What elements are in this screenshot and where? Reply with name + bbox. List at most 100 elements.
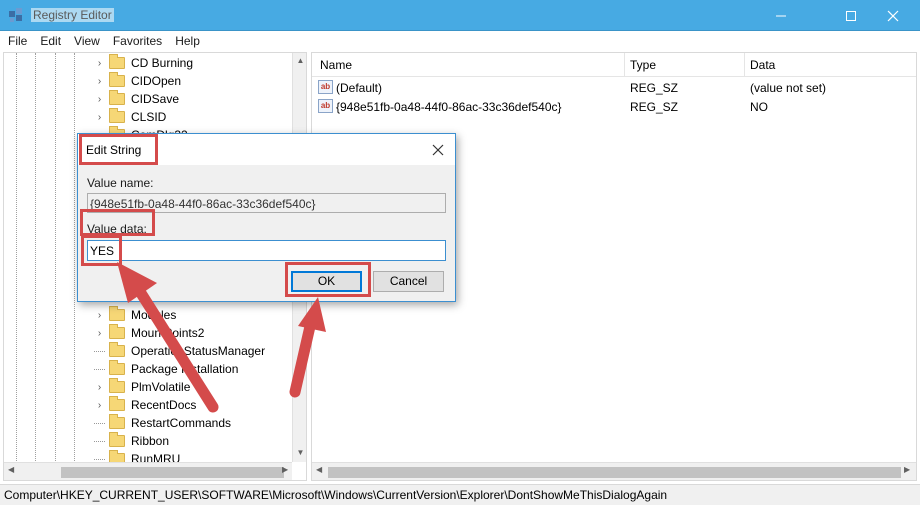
highlight-box bbox=[79, 134, 158, 165]
folder-icon bbox=[109, 306, 125, 321]
chevron-right-icon[interactable]: › bbox=[94, 328, 105, 339]
folder-icon bbox=[109, 90, 125, 105]
column-divider[interactable] bbox=[744, 53, 745, 77]
string-value-icon: ab bbox=[318, 99, 333, 113]
tree-item-cidopen[interactable]: › CIDOpen bbox=[94, 72, 294, 90]
column-header-type[interactable]: Type bbox=[630, 58, 656, 72]
status-bar: Computer\HKEY_CURRENT_USER\SOFTWARE\Micr… bbox=[0, 484, 920, 505]
tree-item-modules[interactable]: › Modules bbox=[94, 306, 294, 324]
tree-item-mountpoints2[interactable]: › MountPoints2 bbox=[94, 324, 294, 342]
value-type: REG_SZ bbox=[630, 100, 679, 114]
menu-bar: File Edit View Favorites Help bbox=[0, 31, 920, 51]
maximize-button[interactable] bbox=[828, 0, 874, 31]
tree-horizontal-scrollbar[interactable]: ◀ ▶ bbox=[4, 462, 292, 480]
chevron-right-icon[interactable]: › bbox=[94, 310, 105, 321]
list-header: Name Type Data bbox=[312, 53, 916, 77]
value-name-label: Value name: bbox=[87, 176, 154, 190]
folder-icon bbox=[109, 72, 125, 87]
tree-item-label: CD Burning bbox=[131, 56, 194, 70]
tree-connector bbox=[94, 350, 105, 352]
tree-connector bbox=[94, 440, 105, 442]
tree-item-label: CLSID bbox=[131, 110, 167, 124]
scroll-thumb[interactable] bbox=[61, 467, 284, 478]
chevron-right-icon[interactable]: › bbox=[94, 112, 105, 123]
list-row[interactable]: ab {948e51fb-0a48-44f0-86ac-33c36def540c… bbox=[312, 98, 916, 117]
menu-file[interactable]: File bbox=[8, 34, 27, 48]
column-divider[interactable] bbox=[624, 53, 625, 77]
chevron-right-icon[interactable]: › bbox=[94, 58, 105, 69]
list-horizontal-scrollbar[interactable]: ◀ ▶ bbox=[312, 462, 916, 480]
menu-edit[interactable]: Edit bbox=[40, 34, 61, 48]
scroll-down-icon[interactable]: ▼ bbox=[293, 445, 306, 460]
tree-guide-line bbox=[55, 53, 56, 463]
tree-item-label: MountPoints2 bbox=[131, 326, 205, 340]
scroll-up-icon[interactable]: ▲ bbox=[293, 53, 306, 68]
value-type: REG_SZ bbox=[630, 81, 679, 95]
close-icon bbox=[887, 10, 899, 21]
folder-icon bbox=[109, 360, 125, 375]
scroll-right-icon[interactable]: ▶ bbox=[282, 465, 288, 474]
column-header-name[interactable]: Name bbox=[320, 58, 352, 72]
highlight-box bbox=[80, 209, 155, 236]
folder-icon bbox=[109, 378, 125, 393]
scroll-thumb[interactable] bbox=[328, 467, 901, 478]
list-row[interactable]: ab (Default) REG_SZ (value not set) bbox=[312, 79, 916, 98]
folder-icon bbox=[109, 414, 125, 429]
maximize-icon bbox=[846, 10, 856, 21]
tree-item-ribbon[interactable]: Ribbon bbox=[94, 432, 294, 450]
tree-item-cd-burning[interactable]: › CD Burning bbox=[94, 54, 294, 72]
tree-item-operationstatusmanager[interactable]: OperationStatusManager bbox=[94, 342, 294, 360]
folder-icon bbox=[109, 54, 125, 69]
title-bar: Registry Editor bbox=[0, 0, 920, 31]
tree-connector bbox=[94, 368, 105, 370]
scroll-right-icon[interactable]: ▶ bbox=[904, 465, 910, 474]
tree-item-label: CIDSave bbox=[131, 92, 180, 106]
value-data: NO bbox=[750, 100, 768, 114]
tree-connector bbox=[94, 422, 105, 424]
highlight-box bbox=[81, 235, 122, 266]
tree-item-label: OperationStatusManager bbox=[131, 344, 266, 358]
tree-item-package-installation[interactable]: Package Installation bbox=[94, 360, 294, 378]
string-value-icon: ab bbox=[318, 80, 333, 94]
tree-item-recentdocs[interactable]: › RecentDocs bbox=[94, 396, 294, 414]
tree-connector bbox=[94, 458, 105, 460]
tree-guide-line bbox=[35, 53, 36, 463]
tree-item-label: Package Installation bbox=[131, 362, 239, 376]
folder-icon bbox=[109, 324, 125, 339]
tree-item-clsid[interactable]: › CLSID bbox=[94, 108, 294, 126]
chevron-right-icon[interactable]: › bbox=[94, 76, 105, 87]
tree-item-label: PlmVolatile bbox=[131, 380, 191, 394]
column-header-data[interactable]: Data bbox=[750, 58, 775, 72]
highlight-box bbox=[285, 262, 371, 297]
value-data-input[interactable] bbox=[87, 240, 446, 261]
scroll-left-icon[interactable]: ◀ bbox=[316, 465, 322, 474]
cancel-button[interactable]: Cancel bbox=[373, 271, 444, 292]
menu-help[interactable]: Help bbox=[175, 34, 200, 48]
close-icon[interactable] bbox=[430, 142, 446, 158]
chevron-right-icon[interactable]: › bbox=[94, 94, 105, 105]
tree-guide-line bbox=[16, 53, 17, 463]
minimize-button[interactable] bbox=[758, 0, 804, 31]
menu-favorites[interactable]: Favorites bbox=[113, 34, 162, 48]
value-name: (Default) bbox=[336, 81, 383, 95]
folder-icon bbox=[109, 108, 125, 123]
folder-icon bbox=[109, 396, 125, 411]
close-button[interactable] bbox=[870, 0, 916, 31]
tree-guide-line bbox=[74, 53, 75, 463]
chevron-right-icon[interactable]: › bbox=[94, 400, 105, 411]
tree-item-cidsave[interactable]: › CIDSave bbox=[94, 90, 294, 108]
tree-item-label: CIDOpen bbox=[131, 74, 182, 88]
chevron-right-icon[interactable]: › bbox=[94, 382, 105, 393]
tree-item-plmvolatile[interactable]: › PlmVolatile bbox=[94, 378, 294, 396]
scroll-left-icon[interactable]: ◀ bbox=[8, 465, 14, 474]
minimize-icon bbox=[776, 15, 786, 16]
tree-item-restartcommands[interactable]: RestartCommands bbox=[94, 414, 294, 432]
folder-icon bbox=[109, 432, 125, 447]
tree-item-label: Ribbon bbox=[131, 434, 170, 448]
menu-view[interactable]: View bbox=[74, 34, 100, 48]
tree-item-label: Modules bbox=[131, 308, 177, 322]
registry-path: Computer\HKEY_CURRENT_USER\SOFTWARE\Micr… bbox=[4, 488, 668, 502]
tree-item-label: RecentDocs bbox=[131, 398, 197, 412]
tree-item-label: RestartCommands bbox=[131, 416, 232, 430]
folder-icon bbox=[109, 342, 125, 357]
